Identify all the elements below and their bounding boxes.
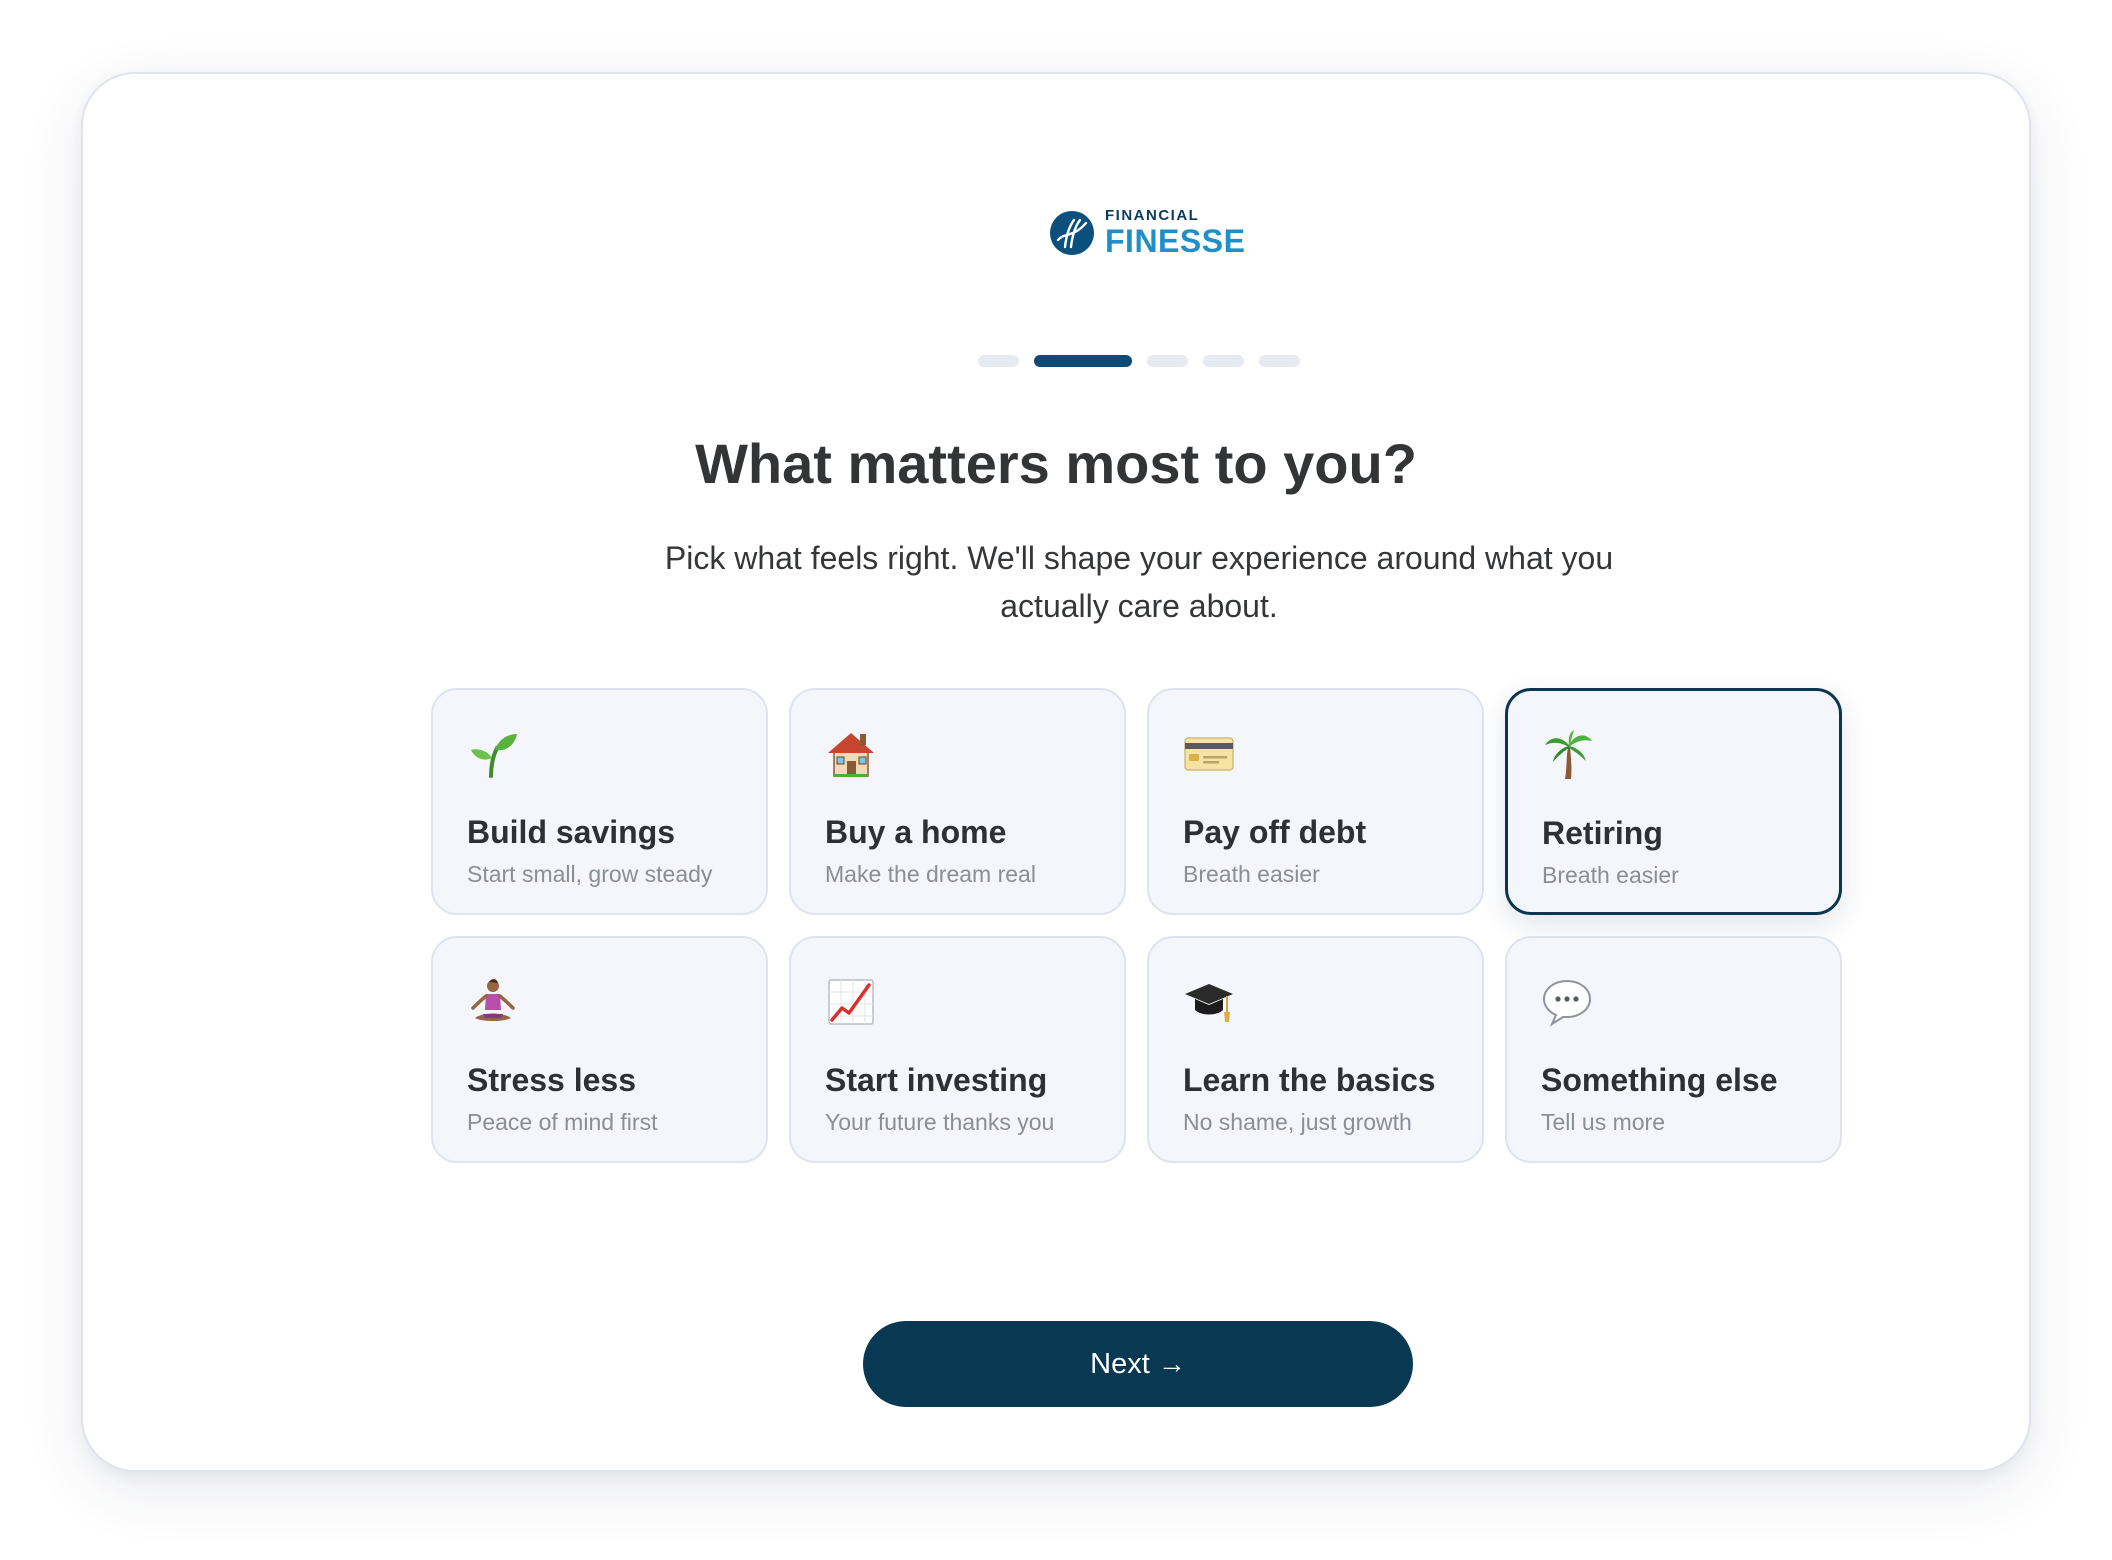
option-description: Tell us more [1541,1109,1665,1135]
speech-bubble-icon [1542,979,1592,1027]
house-icon [828,733,874,777]
option-stress-less[interactable]: Stress less Peace of mind first [431,936,768,1163]
option-label: Start investing [825,1062,1048,1098]
option-description: Breath easier [1542,862,1679,888]
step-indicator-2 [1034,355,1132,367]
progress-stepper [978,355,1300,367]
option-description: Start small, grow steady [467,861,713,887]
page-subtitle: Pick what feels right. We'll shape your … [664,540,1614,624]
option-retiring[interactable]: Retiring Breath easier [1505,688,1842,915]
step-indicator-4 [1203,355,1244,367]
step-indicator-1 [978,355,1019,367]
option-description: No shame, just growth [1183,1109,1412,1135]
option-description: Breath easier [1183,861,1320,887]
option-something-else[interactable]: Something else Tell us more [1505,936,1842,1163]
option-label: Learn the basics [1183,1062,1436,1098]
option-start-investing[interactable]: Start investing Your future thanks you [789,936,1126,1163]
seedling-icon [471,734,517,778]
step-indicator-3 [1147,355,1188,367]
app-window: FINANCIAL FINESSE What matters most to y… [81,72,2031,1472]
chart-increasing-icon [828,979,874,1025]
page-title: What matters most to you? [695,432,1417,495]
palm-tree-icon [1545,730,1592,779]
credit-card-icon [1184,737,1234,771]
step-indicator-5 [1259,355,1300,367]
option-build-savings[interactable]: Build savings Start small, grow steady [431,688,768,915]
option-label: Buy a home [825,814,1007,850]
option-label: Build savings [467,814,676,850]
option-label: Pay off debt [1183,814,1367,850]
option-label: Retiring [1542,815,1663,851]
logo-line-2: FINESSE [1105,223,1246,259]
option-learn-the-basics[interactable]: Learn the basics No shame, just growth [1147,936,1484,1163]
meditation-icon [471,979,515,1021]
option-description: Your future thanks you [825,1109,1055,1135]
graduation-cap-icon [1185,984,1233,1022]
goal-options-grid: Build savings Start small, grow steady B… [431,688,1842,1163]
next-button-label: Next [1090,1347,1150,1380]
option-description: Make the dream real [825,861,1036,887]
brand-logo: FINANCIAL FINESSE [1049,208,1245,257]
option-buy-a-home[interactable]: Buy a home Make the dream real [789,688,1126,915]
option-description: Peace of mind first [467,1109,658,1135]
option-label: Something else [1541,1062,1778,1098]
next-button[interactable]: Next → [863,1321,1413,1407]
option-pay-off-debt[interactable]: Pay off debt Breath easier [1147,688,1484,915]
logo-line-1: FINANCIAL [1105,207,1200,224]
financial-finesse-logo-icon [1050,210,1094,255]
arrow-right-icon: → [1157,1348,1186,1379]
option-label: Stress less [467,1062,637,1098]
